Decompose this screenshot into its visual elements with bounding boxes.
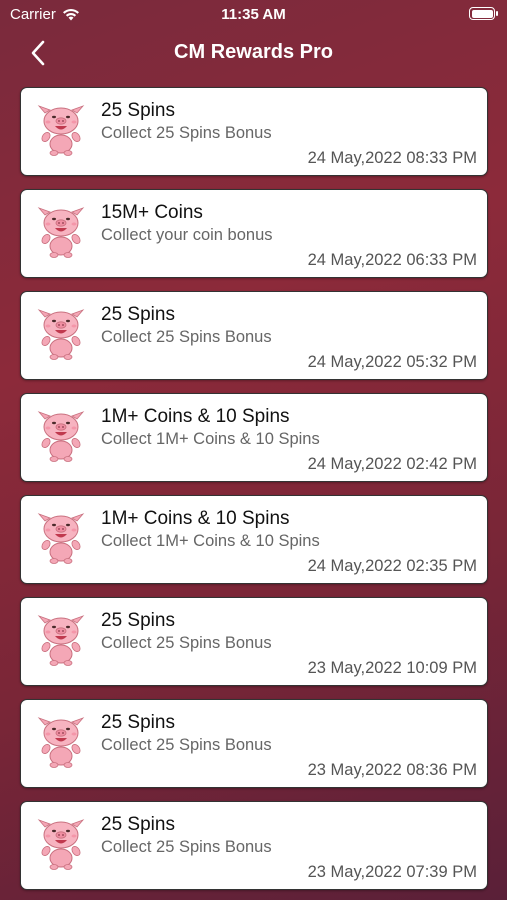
reward-subtitle: Collect 25 Spins Bonus [101, 736, 272, 754]
reward-subtitle: Collect your coin bonus [101, 226, 273, 244]
reward-subtitle: Collect 25 Spins Bonus [101, 838, 272, 856]
reward-title: 1M+ Coins & 10 Spins [101, 406, 290, 427]
reward-timestamp: 24 May,2022 06:33 PM [307, 251, 477, 269]
pig-icon [35, 716, 87, 768]
reward-timestamp: 23 May,2022 07:39 PM [307, 863, 477, 881]
reward-subtitle: Collect 25 Spins Bonus [101, 328, 272, 346]
reward-card[interactable]: 1M+ Coins & 10 Spins Collect 1M+ Coins & … [20, 495, 488, 584]
reward-card[interactable]: 25 Spins Collect 25 Spins Bonus 23 May,202… [20, 597, 488, 686]
pig-icon [35, 104, 87, 156]
page-title: CM Rewards Pro [174, 41, 333, 63]
pig-icon [35, 410, 87, 462]
reward-title: 1M+ Coins & 10 Spins [101, 508, 290, 529]
reward-card[interactable]: 1M+ Coins & 10 Spins Collect 1M+ Coins & … [20, 393, 488, 482]
navigation-bar: CM Rewards Pro [0, 30, 507, 76]
reward-title: 25 Spins [101, 712, 175, 733]
reward-title: 25 Spins [101, 304, 175, 325]
reward-subtitle: Collect 1M+ Coins & 10 Spins [101, 430, 320, 448]
reward-card[interactable]: 25 Spins Collect 25 Spins Bonus 24 May,202… [20, 291, 488, 380]
reward-subtitle: Collect 25 Spins Bonus [101, 634, 272, 652]
reward-card[interactable]: 25 Spins Collect 25 Spins Bonus 24 May,202… [20, 87, 488, 176]
reward-timestamp: 24 May,2022 05:32 PM [307, 353, 477, 371]
reward-title: 25 Spins [101, 610, 175, 631]
pig-icon [35, 206, 87, 258]
reward-title: 25 Spins [101, 100, 175, 121]
reward-card[interactable]: 25 Spins Collect 25 Spins Bonus 23 May,202… [20, 801, 488, 890]
status-time: 11:35 AM [221, 6, 286, 23]
reward-timestamp: 23 May,2022 10:09 PM [307, 659, 477, 677]
pig-icon [35, 614, 87, 666]
reward-title: 15M+ Coins [101, 202, 203, 223]
reward-card[interactable]: 15M+ Coins Collect your coin bonus 24 May,… [20, 189, 488, 278]
battery-icon [469, 7, 498, 20]
reward-title: 25 Spins [101, 814, 175, 835]
reward-subtitle: Collect 25 Spins Bonus [101, 124, 272, 142]
reward-timestamp: 24 May,2022 02:42 PM [307, 455, 477, 473]
reward-timestamp: 24 May,2022 08:33 PM [307, 149, 477, 167]
pig-icon [35, 818, 87, 870]
reward-timestamp: 24 May,2022 02:35 PM [307, 557, 477, 575]
reward-card[interactable]: 25 Spins Collect 25 Spins Bonus 23 May,202… [20, 699, 488, 788]
status-right [469, 7, 498, 20]
status-bar: Carrier 11:35 AM [0, 0, 507, 30]
reward-timestamp: 23 May,2022 08:36 PM [307, 761, 477, 779]
reward-subtitle: Collect 1M+ Coins & 10 Spins [101, 532, 320, 550]
pig-icon [35, 512, 87, 564]
pig-icon [35, 308, 87, 360]
